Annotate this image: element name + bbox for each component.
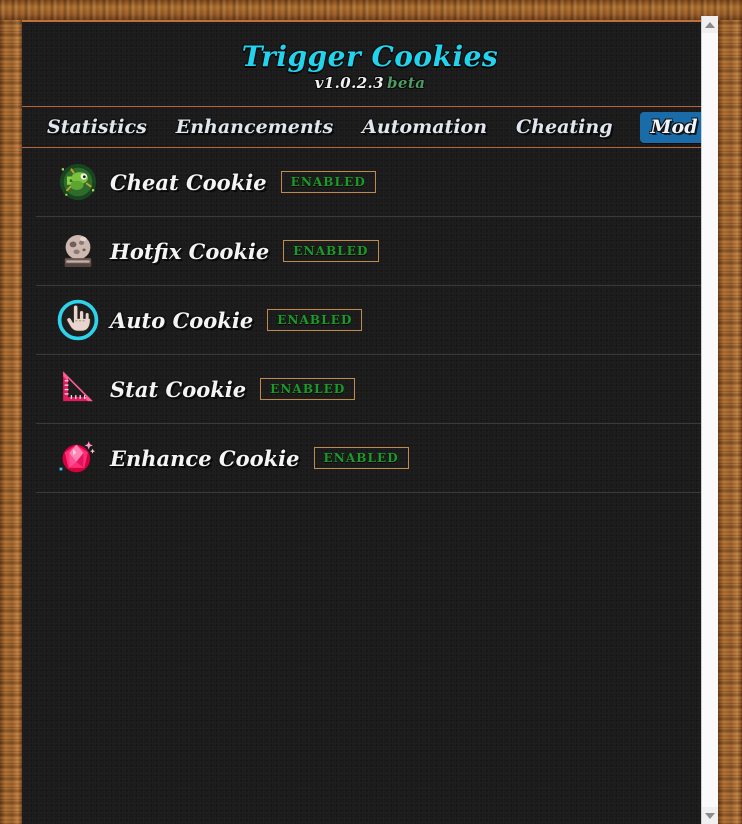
mod-list-item-auto-cookie[interactable]: Auto Cookie ENABLED bbox=[36, 286, 704, 356]
window-frame-left bbox=[0, 0, 22, 824]
tab-cheating[interactable]: Cheating bbox=[515, 114, 613, 140]
mod-list-item-cheat-cookie[interactable]: Cheat Cookie ENABLED bbox=[36, 148, 704, 218]
page-title: Trigger Cookies bbox=[241, 40, 499, 73]
mod-list-item-enhance-cookie[interactable]: Enhance Cookie ENABLED bbox=[36, 424, 704, 494]
tab-bar: Statistics Enhancements Automation Cheat… bbox=[22, 106, 718, 149]
stone-statue-icon bbox=[64, 235, 92, 268]
mod-name: Auto Cookie bbox=[110, 307, 254, 333]
status-badge[interactable]: ENABLED bbox=[260, 378, 356, 401]
status-badge[interactable]: ENABLED bbox=[283, 240, 379, 263]
pink-gem-icon bbox=[59, 441, 96, 473]
green-bug-icon bbox=[59, 164, 97, 201]
mod-list-item-stat-cookie[interactable]: Stat Cookie ENABLED bbox=[36, 355, 704, 425]
mod-name: Stat Cookie bbox=[110, 376, 247, 402]
pink-triangle-ruler-icon bbox=[63, 371, 93, 402]
version-tag: beta bbox=[387, 74, 426, 93]
mod-list: Cheat Cookie ENABLED Hotfix Cookie ENABL… bbox=[22, 148, 718, 494]
window-frame-top bbox=[0, 0, 742, 20]
tab-statistics[interactable]: Statistics bbox=[46, 114, 148, 140]
version-line: v1.0.2.3 beta bbox=[22, 74, 718, 92]
status-badge[interactable]: ENABLED bbox=[280, 171, 376, 194]
pointing-hand-cursor-icon bbox=[57, 300, 99, 341]
mod-name: Enhance Cookie bbox=[110, 445, 300, 471]
header: Trigger Cookies v1.0.2.3 beta bbox=[22, 22, 718, 106]
mod-list-item-hotfix-cookie[interactable]: Hotfix Cookie ENABLED bbox=[36, 217, 704, 287]
vertical-scrollbar[interactable] bbox=[701, 16, 718, 824]
mod-name: Cheat Cookie bbox=[110, 169, 267, 195]
tab-automation[interactable]: Automation bbox=[361, 114, 488, 140]
mod-name: Hotfix Cookie bbox=[110, 238, 270, 264]
version-number: v1.0.2.3 bbox=[314, 74, 385, 93]
status-badge[interactable]: ENABLED bbox=[313, 447, 409, 470]
window-frame-right bbox=[718, 0, 742, 824]
scroll-down-arrow-icon[interactable] bbox=[702, 807, 718, 824]
scroll-up-arrow-icon[interactable] bbox=[702, 16, 718, 33]
status-badge[interactable]: ENABLED bbox=[267, 309, 363, 332]
tab-enhancements[interactable]: Enhancements bbox=[175, 114, 334, 140]
scroll-up-triangle bbox=[705, 21, 715, 28]
scroll-down-triangle bbox=[705, 812, 715, 819]
main-panel: Trigger Cookies v1.0.2.3 beta Statistics … bbox=[22, 20, 718, 824]
app-window: Trigger Cookies v1.0.2.3 beta Statistics … bbox=[0, 0, 742, 824]
scrollbar-thumb[interactable] bbox=[702, 33, 718, 807]
